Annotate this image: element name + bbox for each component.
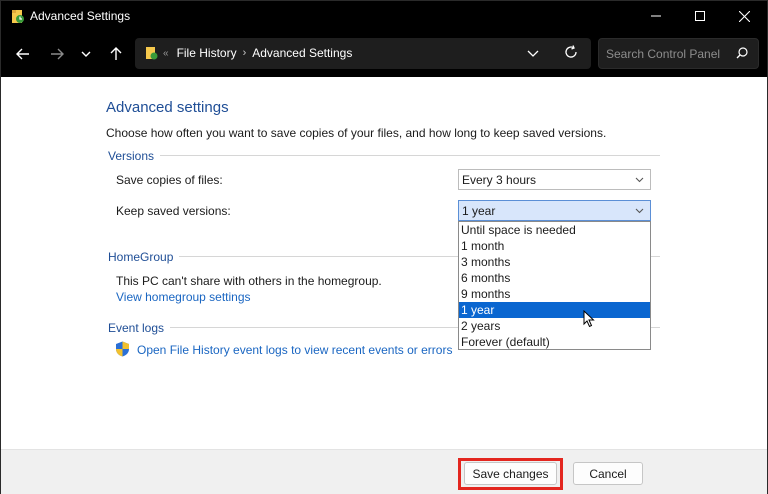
option-forever-default[interactable]: Forever (default) xyxy=(459,334,650,350)
save-button-highlight xyxy=(458,458,563,490)
page-title: Advanced settings xyxy=(106,99,229,116)
dialog-footer: Save changes Cancel xyxy=(1,449,767,494)
homegroup-settings-link[interactable]: View homegroup settings xyxy=(116,290,251,304)
up-arrow-icon xyxy=(110,47,122,60)
minimize-button[interactable] xyxy=(633,1,679,31)
close-icon xyxy=(738,10,750,22)
option-1-year[interactable]: 1 year xyxy=(459,302,650,318)
settings-content: Advanced settings Choose how often you w… xyxy=(1,77,767,449)
advanced-settings-window: Advanced Settings « File History › Advan… xyxy=(0,0,768,494)
save-copies-value: Every 3 hours xyxy=(462,173,537,187)
refresh-icon xyxy=(565,45,577,58)
recent-locations-button[interactable] xyxy=(73,41,99,67)
refresh-button[interactable] xyxy=(564,45,578,62)
search-icon[interactable] xyxy=(736,47,748,62)
breadcrumb-separator[interactable]: › xyxy=(243,47,247,59)
page-description: Choose how often you want to save copies… xyxy=(106,126,607,140)
search-input[interactable]: Search Control Panel xyxy=(606,47,720,61)
keep-versions-value: 1 year xyxy=(462,204,496,218)
uac-shield-icon xyxy=(115,341,130,360)
minimize-icon xyxy=(651,15,661,17)
address-dropdown-chevron-icon xyxy=(527,50,539,57)
cancel-button[interactable]: Cancel xyxy=(573,462,643,485)
keep-versions-dropdown[interactable]: 1 year xyxy=(458,200,651,221)
keep-versions-options-list[interactable]: Until space is needed 1 month 3 months 6… xyxy=(458,221,651,350)
option-until-space-needed[interactable]: Until space is needed xyxy=(459,222,650,238)
option-2-years[interactable]: 2 years xyxy=(459,318,650,334)
search-box[interactable]: Search Control Panel xyxy=(598,38,759,69)
chevron-down-icon xyxy=(635,177,644,183)
versions-group-label: Versions xyxy=(108,149,161,163)
close-button[interactable] xyxy=(721,1,767,31)
breadcrumb: « File History › Advanced Settings xyxy=(163,46,352,60)
forward-arrow-icon xyxy=(51,48,64,60)
address-dropdown-button[interactable] xyxy=(527,47,539,61)
option-3-months[interactable]: 3 months xyxy=(459,254,650,270)
window-title: Advanced Settings xyxy=(30,9,131,23)
address-bar[interactable]: « File History › Advanced Settings xyxy=(135,38,591,69)
versions-divider xyxy=(108,155,660,156)
breadcrumb-overflow[interactable]: « xyxy=(163,48,169,59)
mouse-pointer-icon xyxy=(583,309,595,331)
maximize-button[interactable] xyxy=(677,1,723,31)
forward-button[interactable] xyxy=(44,41,70,67)
option-1-month[interactable]: 1 month xyxy=(459,238,650,254)
homegroup-group-label: HomeGroup xyxy=(108,250,180,264)
keep-versions-label: Keep saved versions: xyxy=(116,204,231,218)
title-bar: Advanced Settings xyxy=(1,1,767,31)
save-copies-label: Save copies of files: xyxy=(116,173,223,187)
navigation-bar: « File History › Advanced Settings Searc… xyxy=(1,31,767,77)
maximize-icon xyxy=(695,11,705,21)
recent-locations-chevron-icon xyxy=(81,51,91,57)
up-button[interactable] xyxy=(103,41,129,67)
option-6-months[interactable]: 6 months xyxy=(459,270,650,286)
option-9-months[interactable]: 9 months xyxy=(459,286,650,302)
event-logs-group-label: Event logs xyxy=(108,321,171,335)
back-arrow-icon xyxy=(16,48,29,60)
file-history-icon xyxy=(11,8,25,24)
breadcrumb-file-history[interactable]: File History xyxy=(177,46,237,60)
back-button[interactable] xyxy=(10,41,36,67)
chevron-down-icon xyxy=(635,208,644,214)
save-copies-dropdown[interactable]: Every 3 hours xyxy=(458,169,651,190)
breadcrumb-advanced-settings[interactable]: Advanced Settings xyxy=(252,46,352,60)
event-logs-link[interactable]: Open File History event logs to view rec… xyxy=(137,343,452,357)
folder-icon xyxy=(145,46,158,64)
homegroup-message: This PC can't share with others in the h… xyxy=(116,274,382,288)
